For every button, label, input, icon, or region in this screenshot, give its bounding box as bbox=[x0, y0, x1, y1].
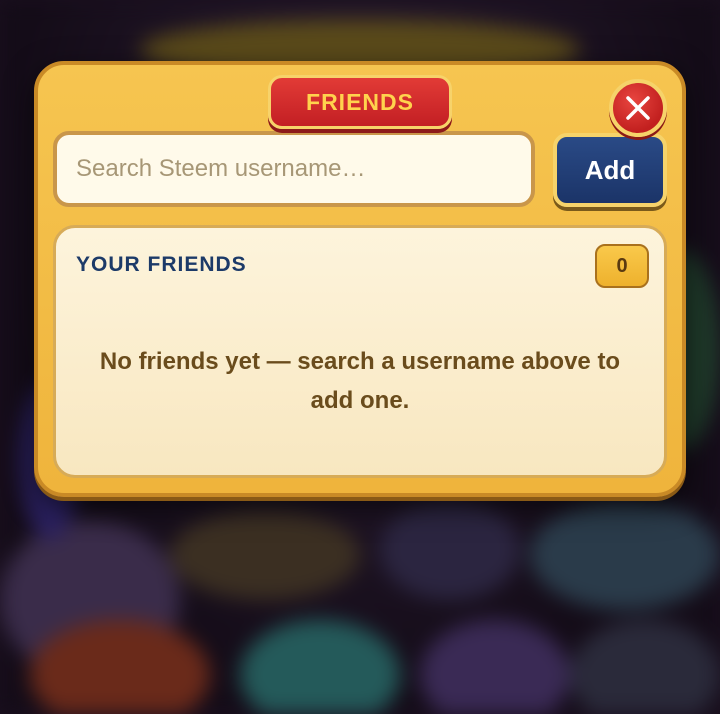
friends-list-panel: YOUR FRIENDS 0 No friends yet — search a… bbox=[53, 225, 667, 478]
close-icon bbox=[626, 96, 650, 120]
friends-count: 0 bbox=[616, 254, 628, 277]
add-button-label: Add bbox=[584, 154, 636, 185]
friends-count-badge: 0 bbox=[595, 244, 649, 288]
dialog-title-tab: FRIENDS bbox=[268, 75, 452, 129]
search-input[interactable] bbox=[57, 154, 531, 184]
search-field[interactable] bbox=[53, 131, 535, 207]
add-button[interactable]: Add bbox=[553, 133, 667, 207]
close-button[interactable] bbox=[609, 79, 667, 137]
dialog-title: FRIENDS bbox=[306, 88, 414, 115]
friends-heading: YOUR FRIENDS bbox=[76, 253, 247, 276]
empty-friends-message: No friends yet — search a username above… bbox=[99, 348, 621, 414]
